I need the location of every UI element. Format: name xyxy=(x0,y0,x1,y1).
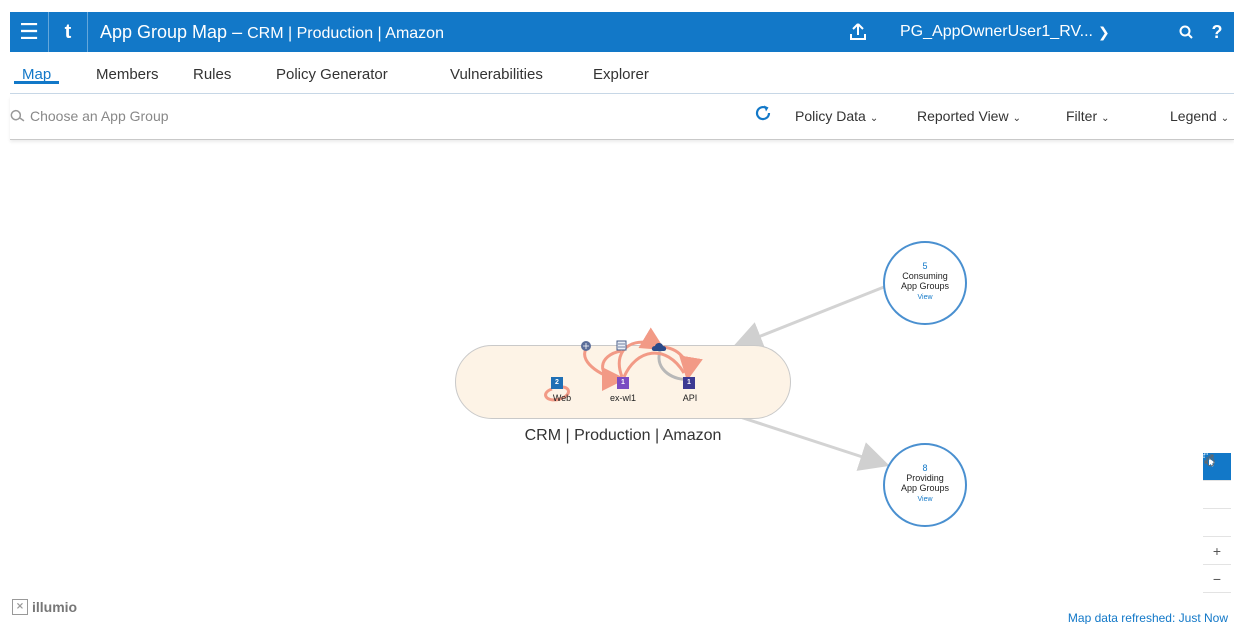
user-menu[interactable]: PG_AppOwnerUser1_RV... ❯ xyxy=(900,12,1120,52)
tab-map[interactable]: Map xyxy=(13,58,60,84)
search-placeholder: Choose an App Group xyxy=(30,108,169,124)
filter-bar: Choose an App Group Policy Data ⌄ Reporte… xyxy=(10,96,1234,140)
providing-label-2: App Groups xyxy=(900,483,950,493)
tab-policy-generator[interactable]: Policy Generator xyxy=(276,58,388,83)
page-title: App Group Map – CRM | Production | Amazo… xyxy=(100,22,444,43)
user-name: PG_AppOwnerUser1_RV... xyxy=(900,23,1093,40)
providing-label-1: Providing xyxy=(906,473,944,483)
tab-rules[interactable]: Rules xyxy=(193,58,231,83)
divider xyxy=(87,12,88,52)
consuming-connection xyxy=(732,285,885,351)
app-group-map[interactable]: 2 1 1 Web ex-wl1 API CRM | Production | … xyxy=(0,141,1234,624)
zoom-out-button[interactable]: − xyxy=(1203,565,1231,593)
providing-count: 8 xyxy=(922,463,928,473)
chevron-down-icon[interactable] xyxy=(1230,12,1234,52)
node-ex-wl1[interactable]: 1 xyxy=(617,377,629,389)
filter-dropdown[interactable]: Filter ⌄ xyxy=(1066,108,1110,124)
map-toolbar: + − xyxy=(1203,453,1231,593)
page-title-main: App Group Map xyxy=(100,21,228,42)
page-title-sub: CRM | Production | Amazon xyxy=(247,24,444,42)
node-label-ex-wl1: ex-wl1 xyxy=(609,393,636,403)
map-refreshed-status: Map data refreshed: Just Now xyxy=(1067,611,1228,624)
consuming-label-1: Consuming xyxy=(902,271,948,281)
policy-data-dropdown[interactable]: Policy Data ⌄ xyxy=(795,108,878,124)
expand-icon[interactable] xyxy=(1203,454,1231,537)
tab-explorer[interactable]: Explorer xyxy=(593,58,649,83)
policy-data-label: Policy Data xyxy=(795,108,866,124)
node-label-api: API xyxy=(682,393,698,403)
page-title-separator: – xyxy=(232,21,243,42)
hand-pan-icon[interactable] xyxy=(1203,455,1231,509)
consuming-view-link[interactable]: View xyxy=(885,294,965,301)
zoom-in-button[interactable]: + xyxy=(1203,537,1231,565)
reported-view-dropdown[interactable]: Reported View ⌄ xyxy=(917,108,1021,124)
chevron-down-icon: ⌄ xyxy=(1220,113,1230,124)
consuming-app-groups-bubble[interactable]: 5 Consuming App Groups View xyxy=(883,241,967,325)
chevron-down-icon: ⌄ xyxy=(869,113,879,124)
top-bar: ☰ t App Group Map – CRM | Production | A… xyxy=(10,12,1234,52)
back-icon[interactable]: t xyxy=(49,12,87,52)
tab-members[interactable]: Members xyxy=(96,58,159,83)
legend-dropdown[interactable]: Legend ⌄ xyxy=(1170,108,1229,124)
reported-view-label: Reported View xyxy=(917,108,1009,124)
search-icon[interactable] xyxy=(1170,12,1202,52)
tab-vulnerabilities[interactable]: Vulnerabilities xyxy=(450,58,543,83)
illumio-logo-text: illumio xyxy=(32,599,78,615)
chevron-down-icon: ❯ xyxy=(1098,23,1110,40)
help-icon[interactable]: ? xyxy=(1204,12,1230,52)
node-web[interactable]: 2 xyxy=(551,377,563,389)
node-api[interactable]: 1 xyxy=(683,377,695,389)
hamburger-menu-icon[interactable]: ☰ xyxy=(10,12,48,52)
refresh-icon[interactable] xyxy=(754,104,772,128)
filter-label: Filter xyxy=(1066,108,1098,124)
upload-icon[interactable] xyxy=(838,12,878,52)
illumio-logo-icon: ⨯ xyxy=(12,599,28,615)
app-group-label: CRM | Production | Amazon xyxy=(524,427,722,444)
chevron-down-icon: ⌄ xyxy=(1012,113,1021,124)
app-group-search[interactable]: Choose an App Group xyxy=(10,108,169,124)
consuming-count: 5 xyxy=(922,261,928,271)
tab-bar: Map Members Rules Policy Generator Vulne… xyxy=(10,58,1234,94)
consuming-label-2: App Groups xyxy=(900,281,950,291)
providing-view-link[interactable]: View xyxy=(885,496,965,503)
node-label-web: Web xyxy=(552,393,572,403)
legend-label: Legend xyxy=(1170,108,1217,124)
illumio-logo: ⨯ illumio xyxy=(12,599,77,615)
providing-app-groups-bubble[interactable]: 8 Providing App Groups View xyxy=(883,443,967,527)
search-icon xyxy=(10,109,25,122)
chevron-down-icon: ⌄ xyxy=(1101,113,1110,124)
